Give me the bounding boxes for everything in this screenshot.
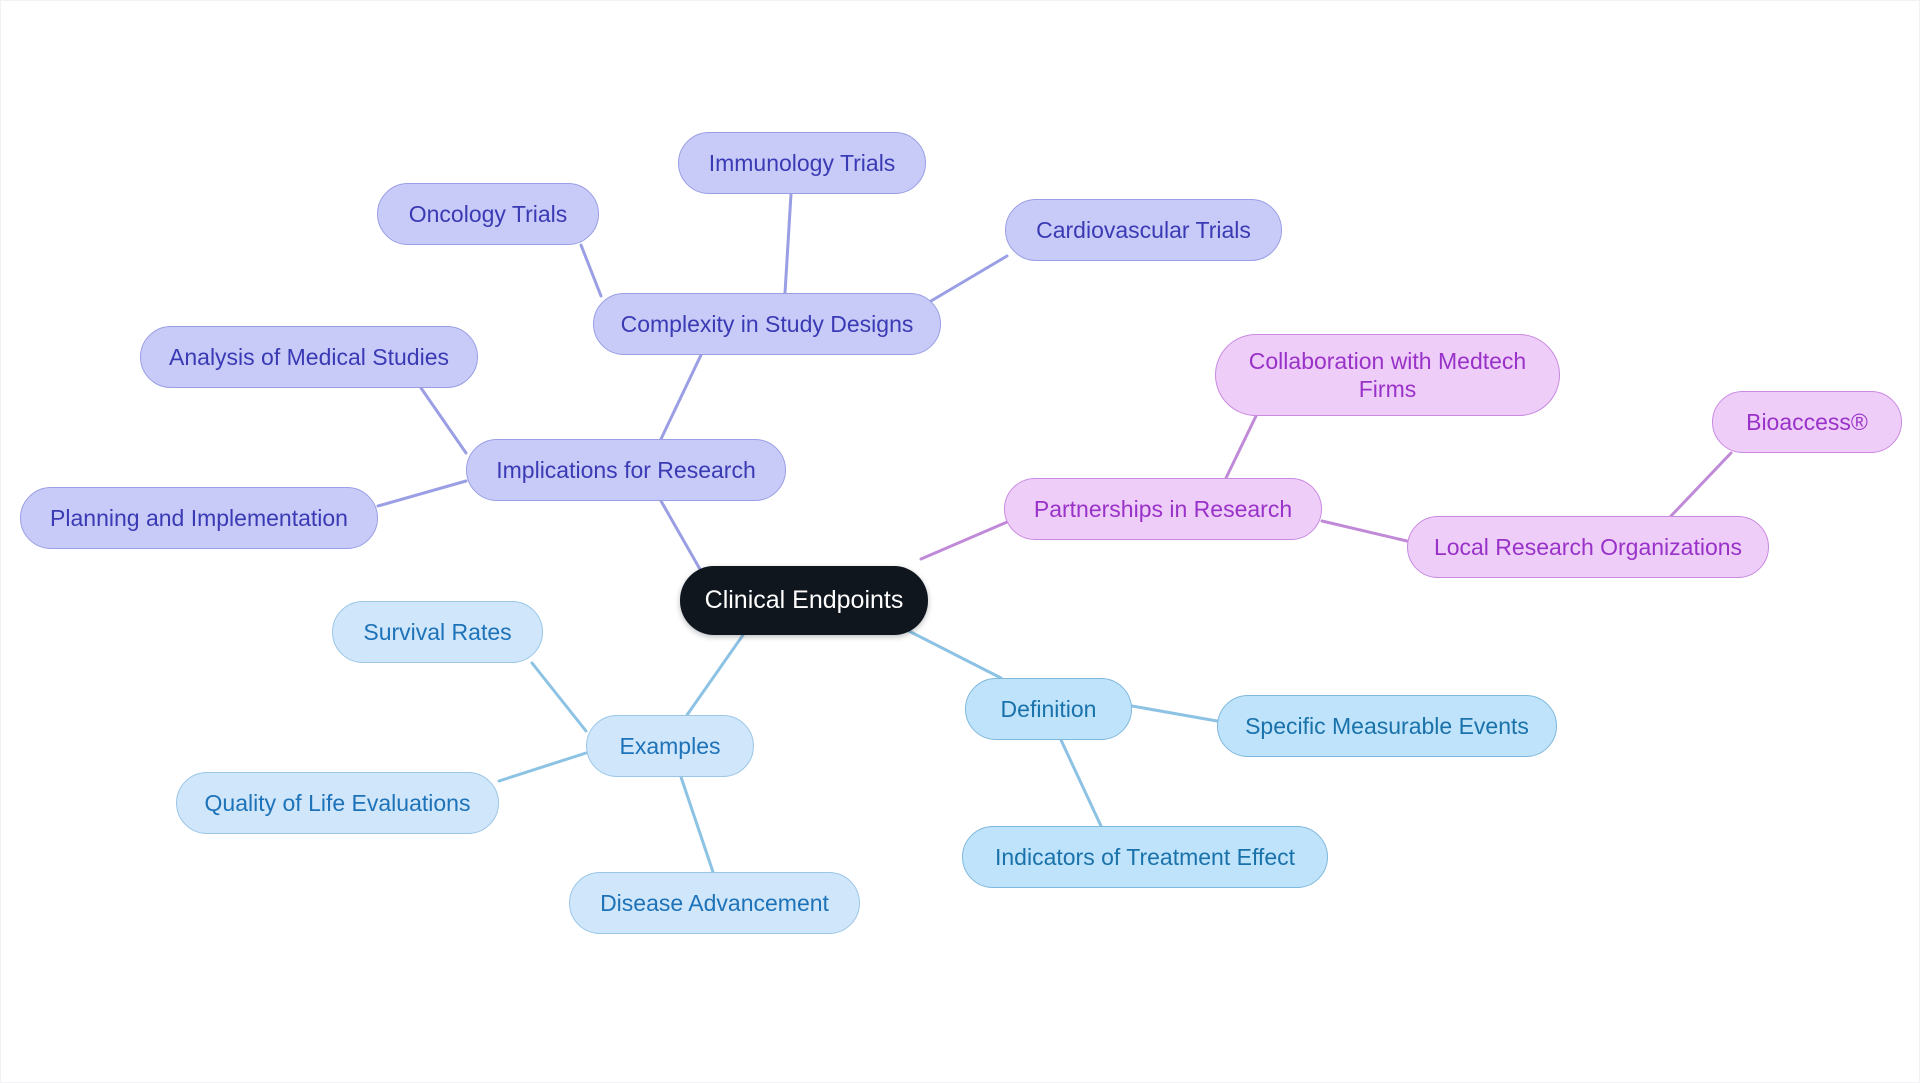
mindmap-node-local-research[interactable]: Local Research Organizations (1407, 516, 1769, 578)
mindmap-edge-complexity-oncology (579, 243, 603, 298)
mindmap-edge-root-examples (685, 633, 745, 717)
mindmap-edge-complexity-immunology (783, 192, 793, 295)
mindmap-edge-implications-planning (376, 479, 468, 508)
mindmap-edge-definition-specific (1130, 704, 1219, 723)
mindmap-node-indicators[interactable]: Indicators of Treatment Effect (962, 826, 1328, 888)
mindmap-node-immunology[interactable]: Immunology Trials (678, 132, 926, 194)
mindmap-node-complexity[interactable]: Complexity in Study Designs (593, 293, 941, 355)
mindmap-edge-examples-disease (679, 775, 715, 874)
mindmap-canvas: Clinical Endpoints Implications for Resea… (0, 0, 1920, 1083)
mindmap-node-collaboration[interactable]: Collaboration with Medtech Firms (1215, 334, 1560, 416)
mindmap-node-examples[interactable]: Examples (586, 715, 754, 777)
mindmap-node-survival[interactable]: Survival Rates (332, 601, 543, 663)
mindmap-node-planning[interactable]: Planning and Implementation (20, 487, 378, 549)
mindmap-node-quality-of-life[interactable]: Quality of Life Evaluations (176, 772, 499, 834)
mindmap-edge-examples-survival (530, 661, 588, 733)
mindmap-node-oncology[interactable]: Oncology Trials (377, 183, 599, 245)
mindmap-edge-partnerships-local (1320, 519, 1409, 543)
mindmap-node-bioaccess[interactable]: Bioaccess® (1712, 391, 1902, 453)
mindmap-node-analysis[interactable]: Analysis of Medical Studies (140, 326, 478, 388)
mindmap-edge-local-bioaccess (1669, 451, 1733, 518)
mindmap-node-cardiovascular[interactable]: Cardiovascular Trials (1005, 199, 1282, 261)
mindmap-node-specific-events[interactable]: Specific Measurable Events (1217, 695, 1557, 757)
mindmap-edge-complexity-cardiovascular (929, 254, 1009, 303)
mindmap-node-partnerships[interactable]: Partnerships in Research (1004, 478, 1322, 540)
mindmap-node-definition[interactable]: Definition (965, 678, 1132, 740)
mindmap-edge-implications-complexity (659, 353, 703, 441)
mindmap-node-implications[interactable]: Implications for Research (466, 439, 786, 501)
mindmap-edge-root-partnerships (919, 514, 1023, 561)
mindmap-edge-implications-analysis (419, 386, 468, 455)
mindmap-edge-root-definition (897, 624, 1003, 680)
mindmap-edge-definition-indicators (1059, 738, 1103, 828)
mindmap-node-root[interactable]: Clinical Endpoints (680, 566, 928, 635)
mindmap-edge-root-implications (659, 499, 703, 573)
mindmap-edge-partnerships-collaboration (1224, 414, 1258, 480)
mindmap-node-disease-advancement[interactable]: Disease Advancement (569, 872, 860, 934)
mindmap-edge-examples-quality (497, 751, 588, 783)
